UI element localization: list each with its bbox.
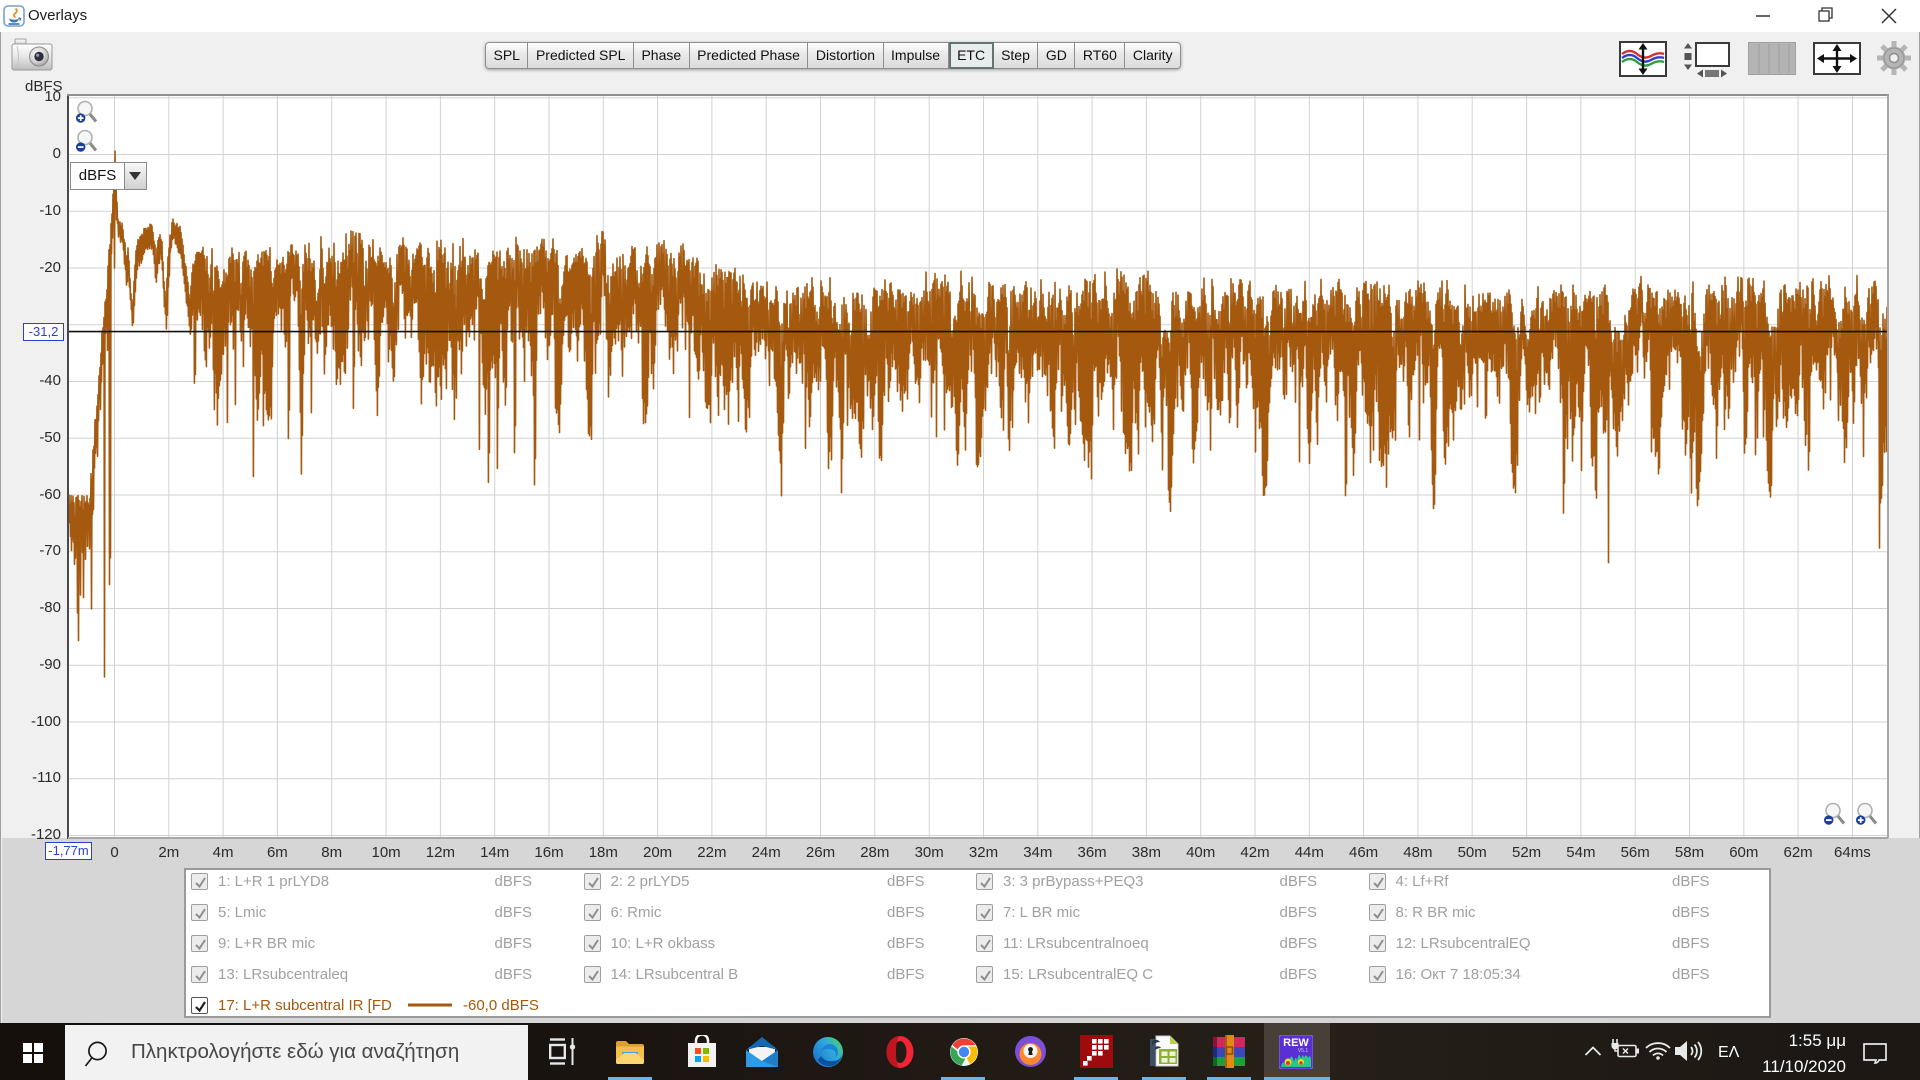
svg-text:V5.1: V5.1: [1298, 1048, 1309, 1054]
